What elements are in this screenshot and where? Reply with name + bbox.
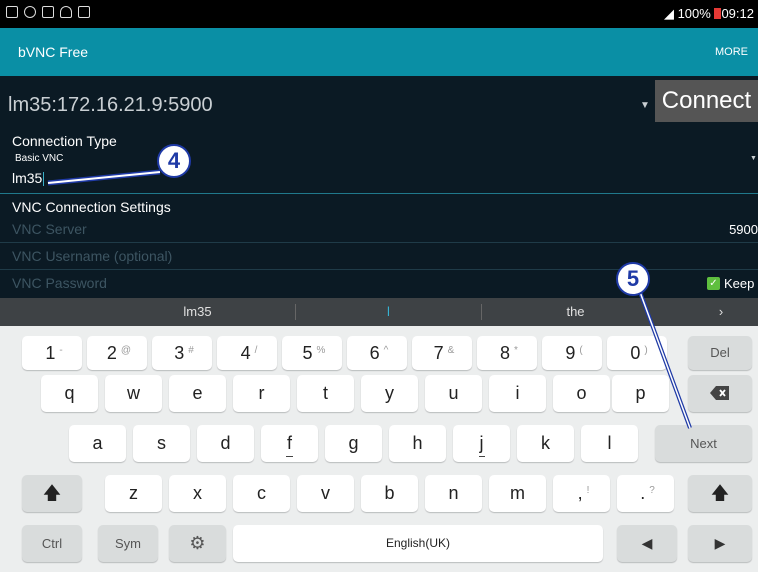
callout-5-pointer-inner bbox=[639, 291, 691, 429]
callout-4-pointer-inner bbox=[47, 171, 161, 184]
callout-4: 4 bbox=[157, 144, 191, 178]
callout-5: 5 bbox=[616, 262, 650, 296]
